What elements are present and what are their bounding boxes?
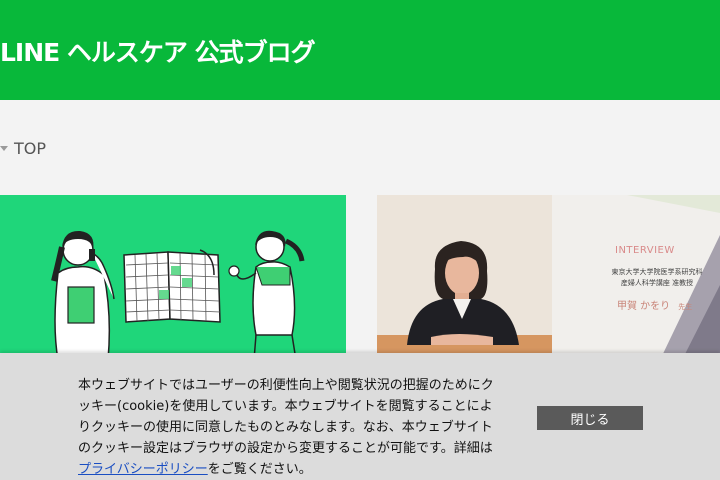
close-button[interactable]: 閉じる xyxy=(537,406,643,430)
doctor-name: 甲賀 かをり xyxy=(617,301,671,312)
site-logo[interactable]: LINE ヘルスケア 公式ブログ xyxy=(0,33,316,69)
breadcrumb-item-top[interactable]: TOP xyxy=(14,139,46,158)
women-with-calendar-illustration xyxy=(0,195,346,360)
affiliation-line-1: 東京大学大学院医学系研究科 xyxy=(611,268,703,276)
caret-down-icon xyxy=(0,145,8,151)
cookie-text-tail: をご覧ください。 xyxy=(207,462,312,477)
doctor-honorific: 先生 xyxy=(678,303,693,311)
cookie-consent-text: 本ウェブサイトではユーザーの利便性向上や閲覧状況の把握のためにクッキー(cook… xyxy=(78,375,504,480)
cookie-text-main: 本ウェブサイトではユーザーの利便性向上や閲覧状況の把握のためにクッキー(cook… xyxy=(78,378,494,456)
breadcrumb: TOP xyxy=(0,138,46,158)
article-card-illustration[interactable] xyxy=(0,195,346,360)
affiliation-line-2: 産婦人科学講座 准教授 xyxy=(620,279,694,287)
privacy-policy-link[interactable]: プライバシーポリシー xyxy=(78,462,208,477)
calendar-illustration xyxy=(123,249,221,323)
interview-label: INTERVIEW xyxy=(615,245,675,256)
article-card-interview[interactable]: INTERVIEW 東京大学大学院医学系研究科 産婦人科学講座 准教授 甲賀 か… xyxy=(377,195,720,360)
site-header: LINE ヘルスケア 公式ブログ xyxy=(0,0,720,100)
cookie-consent-bar: 本ウェブサイトではユーザーの利便性向上や閲覧状況の把握のためにクッキー(cook… xyxy=(0,353,720,480)
